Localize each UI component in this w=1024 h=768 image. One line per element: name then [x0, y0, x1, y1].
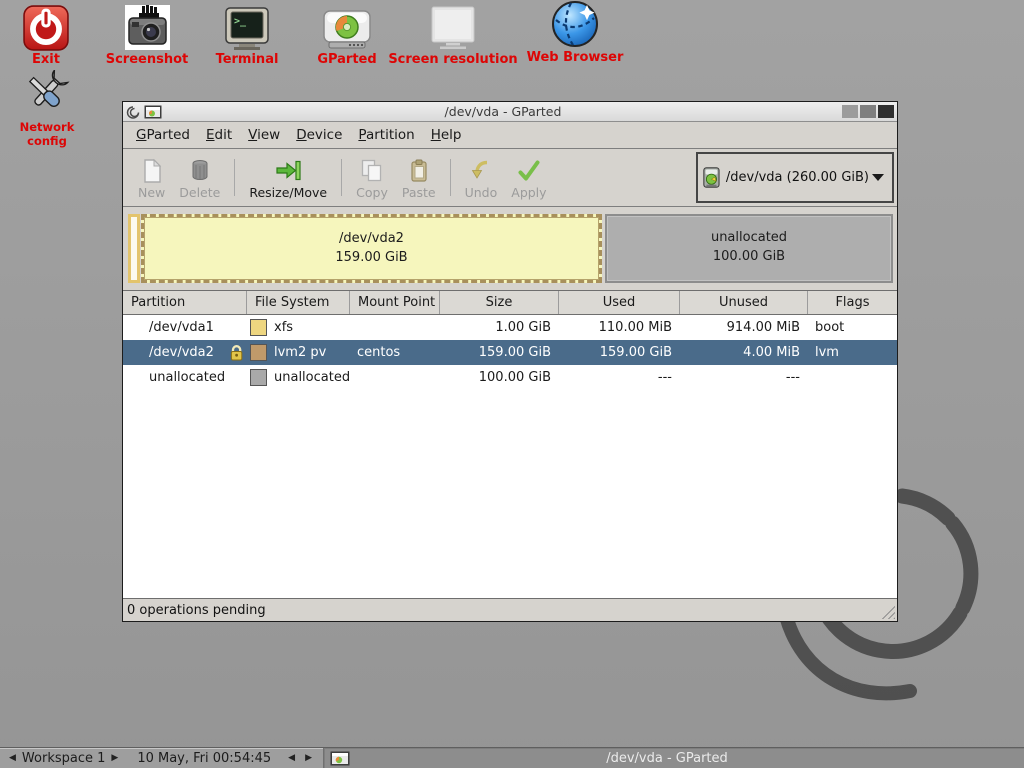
- lock-icon: [229, 344, 244, 361]
- taskbar: ◀ Workspace 1 ▶ 10 May, Fri 00:54:45 ◀ ▶…: [0, 747, 1024, 768]
- desktop-icon-exit[interactable]: Exit: [0, 3, 92, 67]
- window-manager-icon: [126, 104, 140, 120]
- partition-visual-vda2[interactable]: /dev/vda2 159.00 GiB: [141, 214, 602, 283]
- menu-view[interactable]: View: [240, 123, 288, 147]
- toolbar-separator: [234, 159, 235, 196]
- camera-icon: [100, 3, 194, 51]
- paste-button: Paste: [395, 152, 443, 203]
- desktop-icon-screenshot[interactable]: Screenshot: [100, 3, 194, 67]
- workspace-next-arrow[interactable]: ▶: [108, 748, 121, 768]
- apply-button: Apply: [504, 152, 553, 203]
- desktop-icon-screen-resolution[interactable]: Screen resolution: [385, 3, 521, 67]
- globe-icon: [513, 1, 637, 49]
- task-button-gparted[interactable]: /dev/vda - GParted: [323, 748, 1024, 768]
- filesystem-color-swatch: [250, 344, 267, 361]
- task-prev-arrow[interactable]: ◀: [285, 748, 298, 768]
- partition-visual-panel: /dev/vda2 159.00 GiB unallocated 100.00 …: [123, 207, 897, 291]
- desktop-icon-web-browser[interactable]: Web Browser: [513, 1, 637, 65]
- undo-icon: [468, 158, 494, 184]
- menu-device[interactable]: Device: [288, 123, 350, 147]
- pending-operations-text: 0 operations pending: [127, 603, 266, 618]
- column-header-size[interactable]: Size: [440, 291, 559, 314]
- column-header-flags[interactable]: Flags: [808, 291, 897, 314]
- partition-table: /dev/vda1 xfs 1.00 GiB 110.00 MiB 914.00…: [123, 315, 897, 598]
- titlebar[interactable]: /dev/vda - GParted: [123, 102, 897, 122]
- svg-text:>_: >_: [234, 16, 247, 27]
- chevron-down-icon: [872, 174, 884, 181]
- window-title: /dev/vda - GParted: [166, 104, 840, 119]
- desktop-icon-label: Terminal: [202, 53, 292, 67]
- desktop-icon-label: Web Browser: [513, 51, 637, 65]
- task-title: /dev/vda - GParted: [350, 751, 1024, 766]
- column-header-file-system[interactable]: File System: [247, 291, 350, 314]
- menubar: GParted Edit View Device Partition Help: [123, 122, 897, 149]
- table-header: Partition File System Mount Point Size U…: [123, 291, 897, 315]
- gparted-app-icon: [144, 105, 162, 119]
- partition-visual-size: 159.00 GiB: [144, 248, 599, 267]
- desktop-icon-label: Screen resolution: [385, 53, 521, 67]
- resize-move-button[interactable]: Resize/Move: [242, 152, 334, 203]
- gparted-window: /dev/vda - GParted GParted Edit View Dev…: [122, 101, 898, 622]
- window-close-button[interactable]: [878, 105, 894, 118]
- partition-visual-vda1[interactable]: [128, 214, 140, 283]
- device-drive-icon: [703, 165, 720, 190]
- partition-visual-name: /dev/vda2: [144, 229, 599, 248]
- terminal-icon: >_: [202, 3, 292, 51]
- device-selector[interactable]: /dev/vda (260.00 GiB): [696, 152, 894, 203]
- menu-help[interactable]: Help: [423, 123, 470, 147]
- menu-partition[interactable]: Partition: [350, 123, 422, 147]
- device-selector-value: /dev/vda (260.00 GiB): [726, 170, 869, 185]
- filesystem-color-swatch: [250, 369, 267, 386]
- menu-edit[interactable]: Edit: [198, 123, 240, 147]
- desktop-icon-label: Exit: [0, 53, 92, 67]
- copy-icon: [359, 158, 385, 184]
- resize-move-icon: [274, 158, 302, 184]
- toolbar-separator: [450, 159, 451, 196]
- partition-visual-name: unallocated: [607, 228, 891, 247]
- copy-button: Copy: [349, 152, 395, 203]
- partition-visual-unallocated[interactable]: unallocated 100.00 GiB: [605, 214, 893, 283]
- new-partition-icon: [139, 158, 165, 184]
- paste-icon: [406, 158, 432, 184]
- workspace-label: Workspace 1: [19, 751, 108, 766]
- column-header-unused[interactable]: Unused: [680, 291, 808, 314]
- desktop-icon-terminal[interactable]: >_ Terminal: [202, 3, 292, 67]
- resize-grip[interactable]: [880, 604, 895, 619]
- undo-button: Undo: [458, 152, 505, 203]
- desktop-icon-label: Screenshot: [100, 53, 194, 67]
- gparted-task-icon: [330, 751, 350, 766]
- delete-partition-icon: [187, 158, 213, 184]
- toolbar: New Delete Resize/Move Copy: [123, 149, 897, 207]
- menu-gparted[interactable]: GParted: [128, 123, 198, 147]
- apply-icon: [516, 158, 542, 184]
- toolbar-separator: [341, 159, 342, 196]
- filesystem-color-swatch: [250, 319, 267, 336]
- taskbar-clock: 10 May, Fri 00:54:45: [137, 751, 271, 766]
- desktop-icon-label: Network config: [0, 120, 94, 148]
- column-header-used[interactable]: Used: [559, 291, 680, 314]
- task-next-arrow[interactable]: ▶: [302, 748, 315, 768]
- delete-button: Delete: [172, 152, 227, 203]
- window-iconify-button[interactable]: [842, 105, 858, 118]
- table-row-unallocated[interactable]: unallocated unallocated 100.00 GiB --- -…: [123, 365, 897, 390]
- power-icon: [0, 3, 92, 51]
- monitor-icon: [385, 3, 521, 51]
- desktop-icon-label: GParted: [302, 53, 392, 67]
- table-row-vda1[interactable]: /dev/vda1 xfs 1.00 GiB 110.00 MiB 914.00…: [123, 315, 897, 340]
- column-header-mount-point[interactable]: Mount Point: [350, 291, 440, 314]
- desktop-icon-gparted[interactable]: GParted: [302, 3, 392, 67]
- partition-visual-size: 100.00 GiB: [607, 247, 891, 266]
- tools-icon: [0, 70, 94, 118]
- column-header-partition[interactable]: Partition: [123, 291, 247, 314]
- status-bar: 0 operations pending: [123, 598, 897, 621]
- table-row-vda2-selected[interactable]: /dev/vda2 lvm2 pv centos 159.00 GiB 159.…: [123, 340, 897, 365]
- workspace-prev-arrow[interactable]: ◀: [6, 748, 19, 768]
- harddisk-pie-icon: [302, 3, 392, 51]
- new-button: New: [131, 152, 172, 203]
- window-maximize-button[interactable]: [860, 105, 876, 118]
- desktop-icon-network-config[interactable]: Network config: [0, 70, 94, 148]
